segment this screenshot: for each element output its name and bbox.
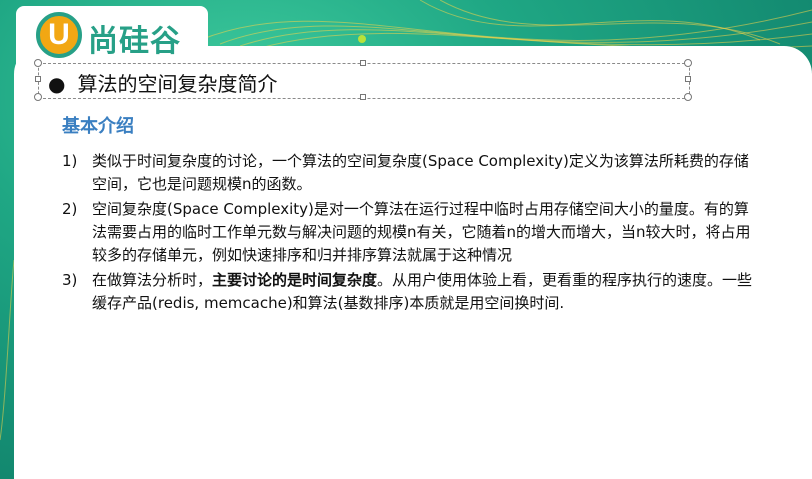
list-item-number: 2): [62, 200, 78, 218]
content-list: 1) 类似于时间复杂度的讨论，一个算法的空间复杂度(Space Complexi…: [62, 150, 762, 317]
logo-text: 尚硅谷: [88, 24, 181, 59]
bullet-icon: ●: [48, 72, 66, 96]
list-item: 3) 在做算法分析时，主要讨论的是时间复杂度。从用户使用体验上看，更看重的程序执…: [62, 269, 762, 315]
list-item: 2) 空间复杂度(Space Complexity)是对一个算法在运行过程中临时…: [62, 198, 762, 267]
list-item-text: 类似于时间复杂度的讨论，一个算法的空间复杂度(Space Complexity)…: [92, 152, 749, 193]
resize-handle-bottom-center[interactable]: [360, 94, 366, 100]
slide-title[interactable]: ● 算法的空间复杂度简介: [48, 68, 277, 97]
list-item-text: 空间复杂度(Space Complexity)是对一个算法在运行过程中临时占用存…: [92, 200, 751, 264]
slide-title-text: 算法的空间复杂度简介: [77, 72, 278, 96]
resize-handle-top-right[interactable]: [684, 59, 692, 67]
logo-u-icon: U: [36, 12, 82, 58]
list-item-text-before: 在做算法分析时，: [92, 271, 213, 289]
resize-handle-top-center[interactable]: [360, 60, 366, 66]
green-dot-marker: [358, 35, 366, 43]
resize-handle-middle-right[interactable]: [685, 76, 691, 82]
resize-handle-bottom-left[interactable]: [34, 93, 42, 101]
section-heading: 基本介绍: [62, 116, 134, 137]
list-item-number: 3): [62, 271, 78, 289]
list-item-number: 1): [62, 152, 78, 170]
resize-handle-bottom-right[interactable]: [684, 93, 692, 101]
resize-handle-middle-left[interactable]: [35, 76, 41, 82]
resize-handle-top-left[interactable]: [34, 59, 42, 67]
list-item-text-bold: 主要讨论的是时间复杂度: [212, 271, 378, 289]
list-item: 1) 类似于时间复杂度的讨论，一个算法的空间复杂度(Space Complexi…: [62, 150, 762, 196]
brand-logo: U 尚硅谷: [16, 6, 208, 64]
